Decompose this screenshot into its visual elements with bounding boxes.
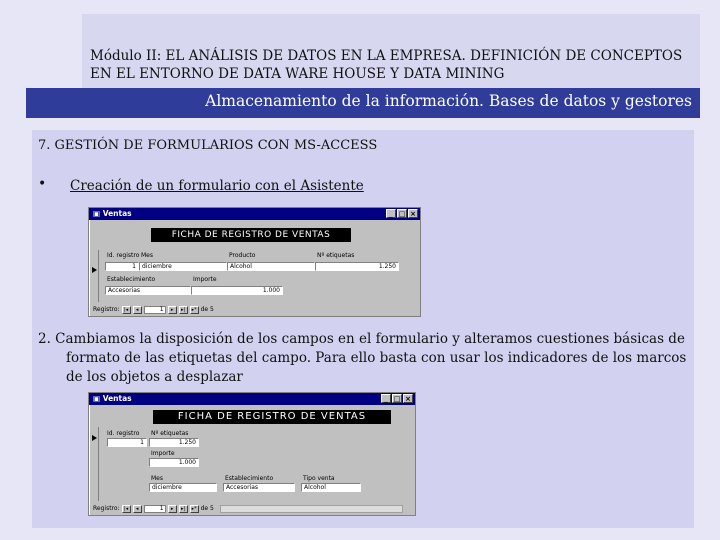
- record-selector[interactable]: [91, 427, 99, 501]
- window-title: Ventas: [102, 209, 132, 218]
- subtitle-text: Almacenamiento de la información. Bases …: [205, 92, 692, 110]
- label-importe: Importe: [151, 450, 175, 457]
- record-number-input[interactable]: 1: [143, 305, 166, 314]
- form-header: FICHA DE REGISTRO DE VENTAS: [151, 228, 351, 242]
- window-titlebar: ▣ Ventas _ □ ×: [89, 393, 415, 405]
- field-producto[interactable]: Alcohol: [227, 262, 315, 271]
- field-establecimiento[interactable]: Accesorias: [105, 286, 191, 295]
- label-mes: Mes: [141, 252, 153, 259]
- field-mes[interactable]: diciembre: [149, 483, 217, 492]
- minimize-icon[interactable]: _: [381, 394, 391, 403]
- new-record-icon[interactable]: ▸*: [189, 305, 199, 314]
- new-record-icon[interactable]: ▸*: [189, 504, 199, 513]
- record-navigator: Registro: |◂ ◂ 1 ▸ ▸| ▸* de 5: [91, 304, 418, 315]
- next-record-icon[interactable]: ▸: [167, 504, 177, 513]
- window-titlebar: ▣ Ventas _ □ ×: [89, 208, 420, 220]
- nav-total: de 5: [200, 505, 214, 512]
- window-icon: ▣: [93, 209, 103, 218]
- label-establecimiento: Establecimiento: [107, 276, 156, 283]
- access-form-window-2: ▣ Ventas _ □ × FICHA DE REGISTRO DE VENT…: [88, 392, 416, 516]
- maximize-icon[interactable]: □: [397, 209, 407, 218]
- current-record-icon: [92, 435, 97, 441]
- label-id: Id. registro: [107, 252, 140, 259]
- form-body: FICHA DE REGISTRO DE VENTAS Id. registro…: [91, 407, 413, 501]
- record-number-input[interactable]: 1: [143, 504, 166, 513]
- first-record-icon[interactable]: |◂: [121, 504, 131, 513]
- prev-record-icon[interactable]: ◂: [132, 305, 142, 314]
- record-navigator: Registro: |◂ ◂ 1 ▸ ▸| ▸* de 5: [91, 503, 413, 514]
- prev-record-icon[interactable]: ◂: [132, 504, 142, 513]
- section-heading: 7. GESTIÓN DE FORMULARIOS CON MS-ACCESS: [38, 138, 378, 153]
- instruction-paragraph: 2. Cambiamos la disposición de los campo…: [38, 331, 687, 385]
- form-header: FICHA DE REGISTRO DE VENTAS: [153, 410, 391, 424]
- field-etiquetas[interactable]: 1.250: [315, 262, 399, 271]
- next-record-icon[interactable]: ▸: [167, 305, 177, 314]
- field-mes[interactable]: diciembre: [139, 262, 227, 271]
- bullet-link[interactable]: Creación de un formulario con el Asisten…: [70, 178, 364, 194]
- label-importe: Importe: [193, 276, 217, 283]
- field-id[interactable]: 1: [105, 262, 139, 271]
- record-selector[interactable]: [91, 250, 99, 302]
- module-title: Módulo II: EL ANÁLISIS DE DATOS EN LA EM…: [90, 48, 683, 82]
- label-etiquetas: Nº etiquetas: [151, 430, 189, 437]
- subtitle-bar: Almacenamiento de la información. Bases …: [26, 88, 700, 118]
- label-producto: Producto: [229, 252, 256, 259]
- label-establecimiento: Establecimiento: [225, 475, 274, 482]
- minimize-icon[interactable]: _: [386, 209, 396, 218]
- nav-total: de 5: [200, 306, 214, 313]
- maximize-icon[interactable]: □: [392, 394, 402, 403]
- current-record-icon: [92, 267, 97, 273]
- label-etiquetas: Nº etiquetas: [317, 252, 355, 259]
- field-etiquetas[interactable]: 1.250: [149, 438, 199, 447]
- window-title: Ventas: [102, 394, 132, 403]
- last-record-icon[interactable]: ▸|: [178, 504, 188, 513]
- first-record-icon[interactable]: |◂: [121, 305, 131, 314]
- close-icon[interactable]: ×: [403, 394, 413, 403]
- bullet-icon: •: [38, 176, 47, 192]
- field-importe[interactable]: 1.000: [191, 286, 283, 295]
- label-tipo-venta: Tipo venta: [303, 475, 335, 482]
- field-id[interactable]: 1: [107, 438, 147, 447]
- field-establecimiento[interactable]: Accesorias: [223, 483, 295, 492]
- nav-label: Registro:: [93, 306, 120, 313]
- label-id: Id. registro: [107, 430, 140, 437]
- field-importe[interactable]: 1.000: [149, 458, 199, 467]
- label-mes: Mes: [151, 475, 163, 482]
- nav-label: Registro:: [93, 505, 120, 512]
- last-record-icon[interactable]: ▸|: [178, 305, 188, 314]
- field-tipo-venta[interactable]: Alcohol: [301, 483, 361, 492]
- access-form-window-1: ▣ Ventas _ □ × FICHA DE REGISTRO DE VENT…: [88, 207, 421, 317]
- close-icon[interactable]: ×: [408, 209, 418, 218]
- window-icon: ▣: [93, 394, 103, 403]
- form-body: FICHA DE REGISTRO DE VENTAS Id. registro…: [91, 222, 418, 302]
- horizontal-scrollbar[interactable]: [219, 504, 403, 513]
